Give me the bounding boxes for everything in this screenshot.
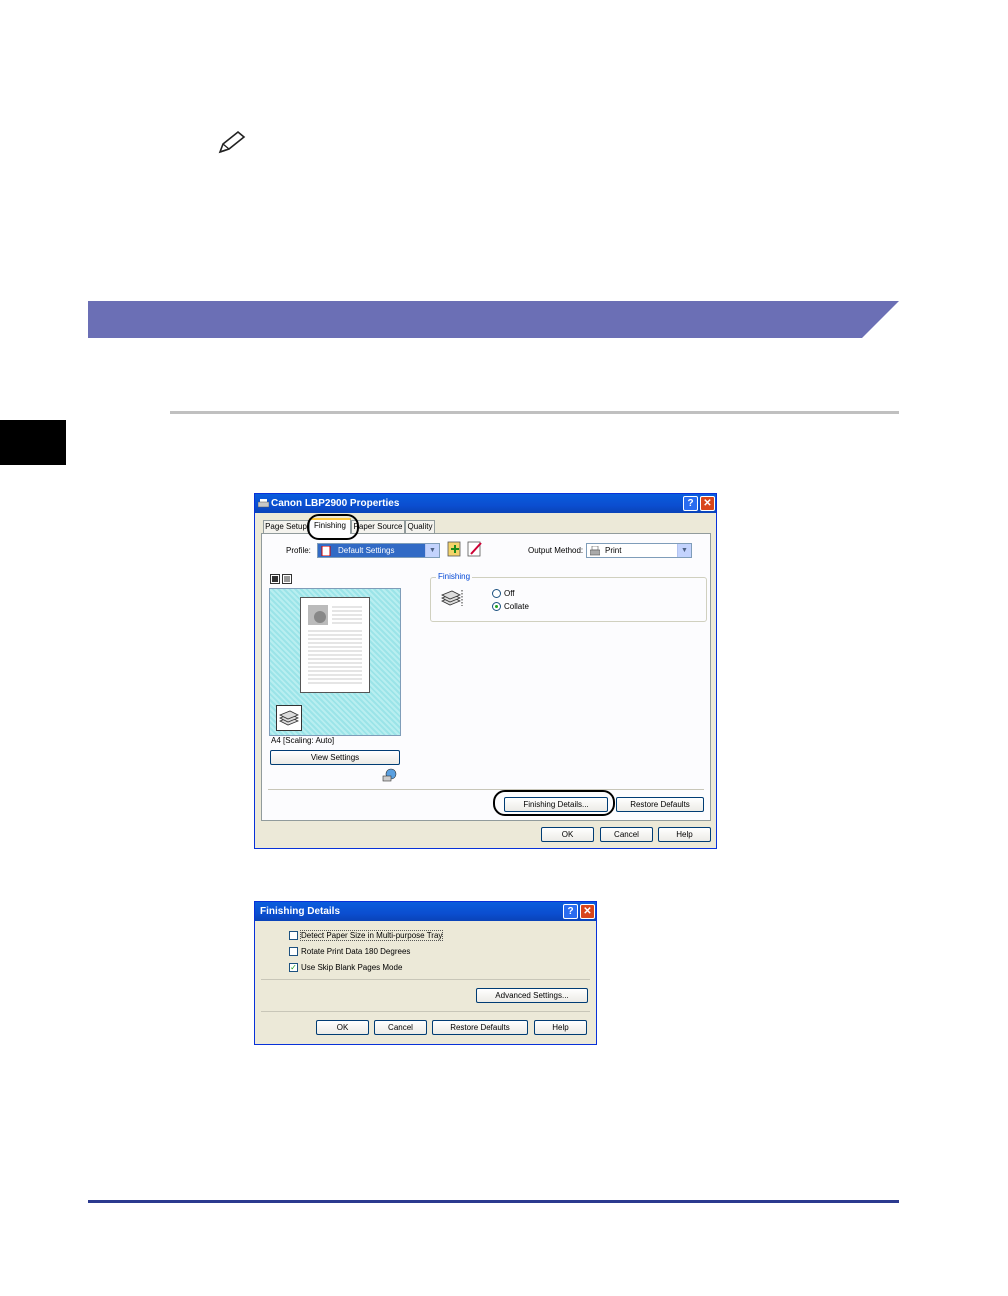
finishing-details-titlebar: Finishing Details ? ✕ <box>255 902 596 921</box>
profile-label: Profile: <box>286 546 311 555</box>
add-profile-icon[interactable] <box>446 540 464 558</box>
view-settings-button[interactable]: View Settings <box>270 750 400 765</box>
help-button[interactable]: Help <box>658 827 711 842</box>
close-title-button[interactable]: ✕ <box>700 496 715 511</box>
chevron-down-icon[interactable]: ▼ <box>425 544 439 557</box>
skip-blank-pages-checkbox[interactable]: ✓ <box>289 963 298 972</box>
output-method-select[interactable]: Print ▼ <box>586 543 692 558</box>
ok-button[interactable]: OK <box>316 1020 369 1035</box>
canon-support-icon[interactable] <box>382 768 398 782</box>
section-rule <box>170 411 899 414</box>
details-separator-top <box>261 979 590 980</box>
finishing-panel: Profile: Default Settings ▼ Output Metho… <box>261 533 711 821</box>
printer-icon <box>590 546 600 556</box>
properties-dialog: Canon LBP2900 Properties ? ✕ Page Setup … <box>254 493 717 849</box>
preview-caption: A4 [Scaling: Auto] <box>271 736 335 745</box>
details-separator-bottom <box>261 1011 590 1012</box>
help-title-button[interactable]: ? <box>683 496 698 511</box>
section-banner <box>88 301 899 338</box>
restore-defaults-button[interactable]: Restore Defaults <box>616 797 704 812</box>
output-method-label: Output Method: <box>528 546 584 555</box>
panel-separator <box>268 789 704 790</box>
edit-profile-icon[interactable] <box>466 540 484 558</box>
view-options-icon[interactable] <box>270 574 292 584</box>
tab-quality[interactable]: Quality <box>405 520 435 533</box>
output-method-value: Print <box>605 546 622 555</box>
printer-icon <box>258 499 269 508</box>
detect-paper-size-checkbox[interactable] <box>289 931 298 940</box>
tab-paper-source[interactable]: Paper Source <box>351 520 405 533</box>
finishing-details-title: Finishing Details <box>260 906 341 917</box>
finishing-stack-icon <box>276 705 302 731</box>
help-button[interactable]: Help <box>534 1020 587 1035</box>
pencil-note-icon <box>218 130 246 154</box>
finishing-collate-label: Collate <box>504 602 529 611</box>
preview-area <box>269 588 401 736</box>
rotate-print-data-checkbox[interactable] <box>289 947 298 956</box>
finishing-off-label: Off <box>504 589 515 598</box>
rotate-print-data-label: Rotate Print Data 180 Degrees <box>301 947 411 956</box>
chapter-side-tab <box>0 420 66 465</box>
cancel-button[interactable]: Cancel <box>600 827 653 842</box>
finishing-details-highlight <box>493 790 615 816</box>
detect-paper-size-label: Detect Paper Size in Multi-purpose Tray <box>299 930 444 941</box>
help-title-button[interactable]: ? <box>563 904 578 919</box>
finishing-stack-icon <box>441 590 463 606</box>
properties-titlebar: Canon LBP2900 Properties ? ✕ <box>255 494 716 513</box>
finishing-groupbox <box>430 577 707 622</box>
advanced-settings-button[interactable]: Advanced Settings... <box>476 988 588 1003</box>
restore-defaults-button[interactable]: Restore Defaults <box>432 1020 528 1035</box>
ok-button[interactable]: OK <box>541 827 594 842</box>
finishing-tab-highlight <box>307 514 359 540</box>
properties-title: Canon LBP2900 Properties <box>271 498 400 509</box>
footer-rule <box>88 1200 899 1203</box>
profile-value: Default Settings <box>338 546 395 555</box>
finishing-details-dialog: Finishing Details ? ✕ Detect Paper Size … <box>254 901 597 1045</box>
profile-select[interactable]: Default Settings ▼ <box>317 543 440 558</box>
finishing-collate-radio[interactable] <box>492 602 501 611</box>
finishing-group-label: Finishing <box>436 572 473 581</box>
profile-icon <box>321 546 331 556</box>
page-preview-image <box>300 597 370 693</box>
chevron-down-icon[interactable]: ▼ <box>677 544 691 557</box>
cancel-button[interactable]: Cancel <box>374 1020 427 1035</box>
finishing-off-radio[interactable] <box>492 589 501 598</box>
tab-page-setup[interactable]: Page Setup <box>263 520 309 533</box>
skip-blank-pages-label: Use Skip Blank Pages Mode <box>301 963 403 972</box>
close-title-button[interactable]: ✕ <box>580 904 595 919</box>
